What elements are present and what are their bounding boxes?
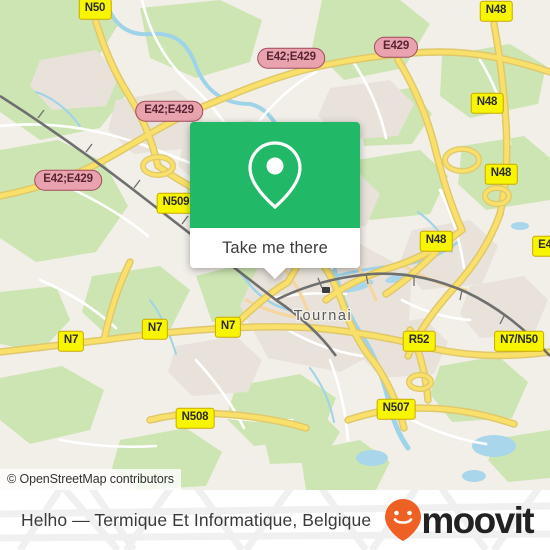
road-shield: E42;E429 <box>135 100 203 122</box>
callout-pointer <box>264 268 286 279</box>
map-canvas[interactable]: N50 E42;E429 E429 N48 E42;E429 N48 E42;E429 N50… <box>0 0 550 490</box>
city-center-marker <box>322 287 330 293</box>
road-shield: E42;E429 <box>257 47 325 69</box>
map-pin-icon <box>248 141 302 210</box>
osm-attribution[interactable]: © OpenStreetMap contributors <box>0 469 181 490</box>
road-shield: R52 <box>402 330 436 352</box>
road-shield: N48 <box>419 230 453 252</box>
road-shield: N7 <box>57 330 85 352</box>
moovit-wordmark: moovit <box>421 499 534 541</box>
road-shield: N48 <box>484 163 518 185</box>
callout-footer[interactable]: Take me there <box>190 228 360 279</box>
location-title: Helho — Termique Et Informatique, Belgiq… <box>21 509 372 530</box>
place-label: Tournai <box>293 308 353 324</box>
bottom-info-bar: Helho — Termique Et Informatique, Belgiq… <box>0 490 550 550</box>
road-shield: E4 <box>532 235 550 257</box>
callout-header <box>190 122 360 228</box>
road-shield: N507 <box>376 398 416 420</box>
road-shield: E42;E429 <box>34 169 102 191</box>
moovit-location-screenshot: N50 E42;E429 E429 N48 E42;E429 N48 E42;E429 N50… <box>0 0 550 550</box>
location-callout-card[interactable]: Take me there <box>190 122 360 279</box>
moovit-pin-smiley-icon <box>385 499 422 541</box>
road-shield: N7 <box>214 316 242 338</box>
moovit-brand[interactable]: moovit <box>383 498 535 542</box>
road-shield: N7/N50 <box>494 330 544 352</box>
road-shield: N48 <box>479 0 513 22</box>
road-shield: N508 <box>175 407 215 429</box>
road-shield: N48 <box>470 92 504 114</box>
road-shield: N7 <box>141 318 169 340</box>
road-shield: N50 <box>78 0 112 20</box>
road-shield: E429 <box>373 36 419 58</box>
take-me-there-label: Take me there <box>222 238 328 257</box>
